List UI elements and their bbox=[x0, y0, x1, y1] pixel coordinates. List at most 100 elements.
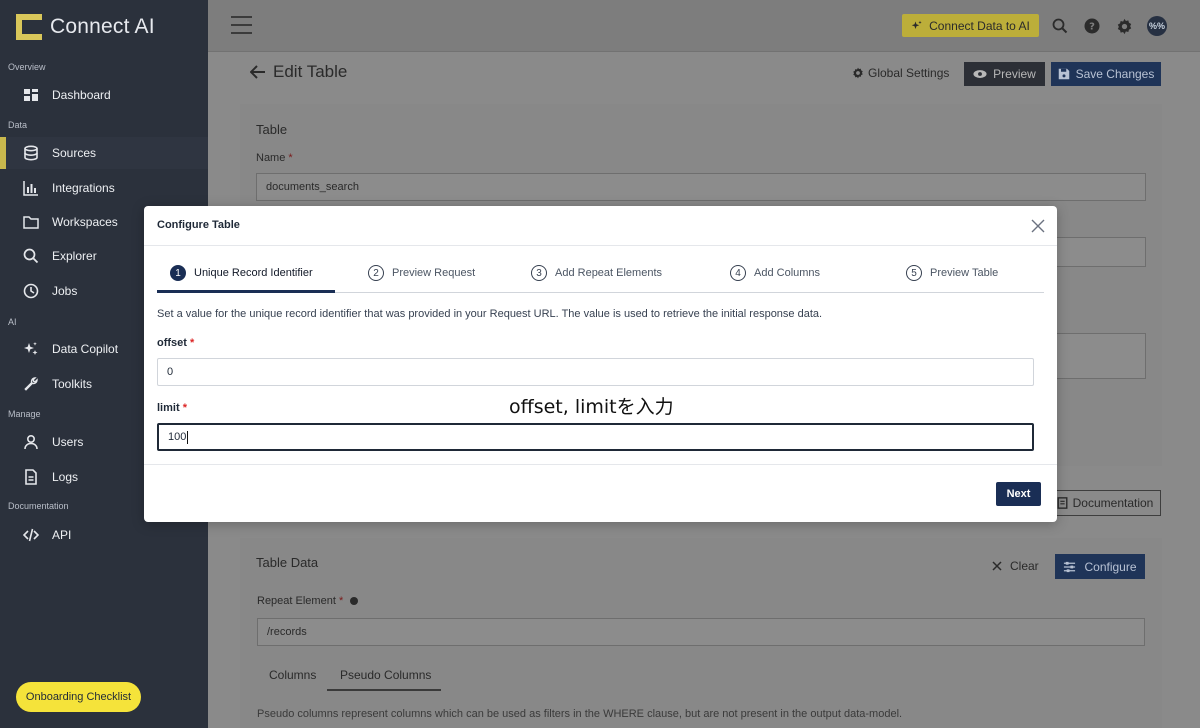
menu-icon[interactable] bbox=[231, 16, 252, 34]
close-icon[interactable] bbox=[1031, 219, 1045, 233]
repeat-element-label: Repeat Element * bbox=[257, 595, 359, 607]
eye-icon bbox=[973, 70, 987, 78]
sidebar-item-label: Users bbox=[52, 435, 84, 449]
step-label: Unique Record Identifier bbox=[194, 267, 313, 279]
app-logo[interactable]: Connect AI bbox=[16, 14, 155, 40]
connect-data-label: Connect Data to AI bbox=[929, 18, 1030, 33]
instruction-text: Set a value for the unique record identi… bbox=[157, 308, 823, 320]
page-title-text: Edit Table bbox=[273, 62, 348, 81]
step-number: 1 bbox=[170, 265, 186, 281]
active-step-indicator bbox=[157, 290, 335, 293]
gear-icon[interactable] bbox=[1115, 17, 1133, 35]
configure-label: Configure bbox=[1084, 559, 1137, 574]
section-overview: Overview bbox=[8, 62, 46, 72]
sidebar-item-integrations[interactable]: Integrations bbox=[0, 172, 208, 204]
clear-button[interactable]: Clear bbox=[992, 559, 1039, 573]
name-input[interactable]: documents_search bbox=[256, 173, 1146, 201]
step-preview-request[interactable]: 2 Preview Request bbox=[368, 265, 475, 281]
sidebar-item-label: Integrations bbox=[52, 181, 115, 195]
connect-data-button[interactable]: Connect Data to AI bbox=[902, 14, 1039, 37]
text-caret bbox=[187, 430, 189, 444]
limit-input[interactable]: 100 bbox=[157, 423, 1034, 451]
tab-columns[interactable]: Columns bbox=[269, 668, 316, 682]
sparkle-icon bbox=[911, 20, 922, 29]
step-number: 5 bbox=[906, 265, 922, 281]
app-name: Connect AI bbox=[50, 15, 155, 38]
topbar: Connect Data to AI ? %% bbox=[208, 0, 1200, 52]
sidebar-item-label: Workspaces bbox=[52, 215, 118, 229]
sidebar-item-api[interactable]: API bbox=[0, 519, 208, 551]
name-label: Name * bbox=[256, 152, 293, 164]
sidebar-item-label: Jobs bbox=[52, 284, 78, 298]
wrench-icon bbox=[23, 376, 39, 392]
logo-icon bbox=[16, 14, 42, 40]
sidebar-item-label: Dashboard bbox=[52, 88, 111, 102]
active-tab-indicator bbox=[327, 689, 441, 691]
document-icon bbox=[23, 469, 39, 485]
step-unique-record-identifier[interactable]: 1 Unique Record Identifier bbox=[170, 265, 313, 281]
sidebar-item-label: API bbox=[52, 528, 72, 542]
sidebar-item-label: Data Copilot bbox=[52, 342, 119, 356]
step-label: Add Columns bbox=[754, 267, 821, 279]
database-icon bbox=[23, 145, 39, 161]
tab-pseudo-columns[interactable]: Pseudo Columns bbox=[340, 668, 431, 682]
step-add-repeat-elements[interactable]: 3 Add Repeat Elements bbox=[531, 265, 662, 281]
annotation-text: offset, limitを入力 bbox=[509, 396, 674, 418]
sliders-icon bbox=[1064, 561, 1076, 572]
section-data: Data bbox=[8, 120, 28, 130]
search-icon[interactable] bbox=[1051, 17, 1069, 35]
step-number: 2 bbox=[368, 265, 384, 281]
help-icon[interactable]: ? bbox=[1083, 17, 1101, 35]
step-label: Preview Table bbox=[930, 267, 999, 279]
folder-icon bbox=[23, 214, 39, 230]
documentation-button[interactable]: Documentation bbox=[1049, 490, 1161, 516]
limit-input-value: 100 bbox=[168, 431, 187, 443]
section-ai: AI bbox=[8, 317, 17, 327]
step-number: 3 bbox=[531, 265, 547, 281]
modal-title: Configure Table bbox=[157, 219, 240, 231]
svg-text:?: ? bbox=[1089, 22, 1095, 33]
sidebar-item-sources[interactable]: Sources bbox=[0, 137, 208, 169]
back-arrow-icon[interactable] bbox=[250, 65, 266, 79]
step-label: Preview Request bbox=[392, 267, 476, 279]
book-icon bbox=[1057, 497, 1068, 509]
sidebar-item-dashboard[interactable]: Dashboard bbox=[0, 79, 208, 111]
global-settings-button[interactable]: Global Settings bbox=[852, 66, 949, 80]
configure-button[interactable]: Configure bbox=[1055, 554, 1145, 579]
search-icon bbox=[23, 248, 39, 264]
section-manage: Manage bbox=[8, 409, 41, 419]
sparkle-icon bbox=[23, 341, 39, 357]
sidebar-item-label: Sources bbox=[52, 146, 97, 160]
table-card-title: Table bbox=[256, 122, 288, 137]
close-icon bbox=[992, 561, 1002, 571]
step-add-columns[interactable]: 4 Add Columns bbox=[730, 265, 820, 281]
section-documentation: Documentation bbox=[8, 501, 69, 511]
global-settings-label: Global Settings bbox=[868, 66, 950, 80]
clock-icon bbox=[23, 283, 39, 299]
bar-chart-icon bbox=[23, 180, 39, 196]
gear-icon bbox=[853, 67, 863, 79]
next-button[interactable]: Next bbox=[996, 482, 1041, 506]
avatar[interactable]: %% bbox=[1147, 16, 1167, 36]
code-icon bbox=[23, 527, 39, 543]
offset-input[interactable]: 0 bbox=[157, 358, 1034, 386]
sidebar-item-label: Explorer bbox=[52, 249, 97, 263]
pseudo-columns-helper: Pseudo columns represent columns which c… bbox=[257, 708, 903, 720]
preview-button[interactable]: Preview bbox=[964, 62, 1045, 86]
step-preview-table[interactable]: 5 Preview Table bbox=[906, 265, 998, 281]
user-icon bbox=[23, 434, 39, 450]
onboarding-checklist-button[interactable]: Onboarding Checklist bbox=[16, 682, 141, 712]
dashboard-icon bbox=[23, 87, 39, 103]
sidebar-item-label: Logs bbox=[52, 470, 79, 484]
modal-header: Configure Table bbox=[144, 206, 1057, 246]
save-changes-button[interactable]: Save Changes bbox=[1051, 62, 1161, 86]
preview-label: Preview bbox=[993, 67, 1036, 81]
save-changes-label: Save Changes bbox=[1075, 67, 1155, 81]
info-icon[interactable] bbox=[350, 597, 359, 606]
table-data-title: Table Data bbox=[256, 555, 319, 570]
step-number: 4 bbox=[730, 265, 746, 281]
modal-footer-divider bbox=[144, 464, 1057, 465]
repeat-element-input[interactable]: /records bbox=[257, 618, 1145, 646]
offset-label: offset * bbox=[157, 337, 195, 349]
clear-label: Clear bbox=[1010, 559, 1039, 573]
